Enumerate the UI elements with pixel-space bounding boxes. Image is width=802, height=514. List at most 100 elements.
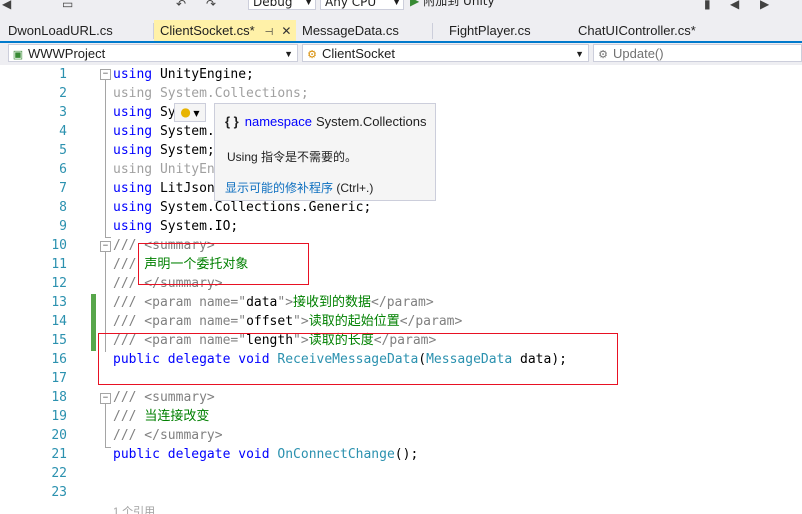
next-bookmark-icon[interactable]: ▶ <box>760 0 769 10</box>
tab-label: DwonLoadURL.cs <box>8 23 113 38</box>
tab-messagedata[interactable]: MessageData.cs <box>302 20 399 41</box>
platform-select[interactable]: Any CPU ▼ <box>320 0 404 10</box>
code-line: 19 /// 当连接改变 <box>0 407 802 426</box>
tab-label: FightPlayer.cs <box>449 23 531 38</box>
project-dropdown[interactable]: ▣ WWWProject ▼ <box>8 44 298 62</box>
chevron-down-icon: ▼ <box>575 49 584 59</box>
pin-icon[interactable]: ⊣ <box>265 27 274 38</box>
prev-bookmark-icon[interactable]: ◀ <box>730 0 739 10</box>
play-icon: ▶ <box>410 0 420 8</box>
line-content: using UnityEngine; <box>113 67 254 82</box>
tab-clientsocket[interactable]: ClientSocket.cs* ⊣ ✕ <box>154 20 296 41</box>
chevron-down-icon: ▼ <box>305 0 312 7</box>
code-line: 18 /// <summary> <box>0 388 802 407</box>
code-line: 2 using System.Collections; <box>0 84 802 103</box>
line-content: /// <param name="offset">读取的起始位置</param> <box>113 314 463 329</box>
tab-fightplayer[interactable]: FightPlayer.cs <box>449 20 531 41</box>
show-fixes-link[interactable]: 显示可能的修补程序 <box>225 181 333 195</box>
symbol-kind: namespace <box>244 114 312 129</box>
close-icon[interactable]: ✕ <box>281 24 291 38</box>
line-content: using System.Collections; <box>113 86 309 101</box>
tab-label: ChatUIController.cs* <box>578 23 696 38</box>
line-number: 21 <box>51 447 67 462</box>
code-line: 10/// <summary> <box>0 236 802 255</box>
member-value: Update() <box>613 46 664 61</box>
new-project-icon[interactable]: ▭ <box>62 0 73 10</box>
member-dropdown[interactable]: ⚙ Update() <box>593 44 802 62</box>
line-number: 15 <box>51 333 67 348</box>
line-number: 19 <box>51 409 67 424</box>
line-number: 17 <box>51 371 67 386</box>
line-number: 7 <box>59 181 67 196</box>
line-number: 2 <box>59 86 67 101</box>
namespace-icon: { } <box>225 114 239 129</box>
undo-icon[interactable]: ↶ <box>176 0 186 10</box>
attach-to-unity-button[interactable]: ▶ 附加到 Unity <box>410 0 530 8</box>
tooltip-header: { } namespace System.Collections <box>225 114 427 129</box>
line-content: using System; <box>113 143 215 158</box>
tab-label: ClientSocket.cs* <box>160 23 255 38</box>
highlight-box <box>138 243 309 285</box>
line-number: 8 <box>59 200 67 215</box>
project-value: WWWProject <box>28 46 106 61</box>
platform-value: Any CPU <box>325 0 377 9</box>
line-number: 12 <box>51 276 67 291</box>
quick-info-tooltip: { } namespace System.Collections Using 指令是… <box>214 103 436 201</box>
code-line: 23 <box>0 483 802 502</box>
code-line: 22 <box>0 464 802 483</box>
line-number: 18 <box>51 390 67 405</box>
shortcut-hint: (Ctrl+.) <box>336 181 374 195</box>
line-number: 4 <box>59 124 67 139</box>
bookmark-icon[interactable]: ▮ <box>704 0 711 10</box>
tab-divider <box>432 23 433 39</box>
line-content: using LitJson <box>113 181 215 196</box>
code-line: 21 public delegate void OnConnectChange()… <box>0 445 802 464</box>
reference-count-link[interactable]: 1 个引用 <box>113 503 155 514</box>
navigate-back-icon[interactable]: ◀ <box>2 0 11 10</box>
tab-dwonloadurl[interactable]: DwonLoadURL.cs <box>8 20 113 41</box>
line-number: 1 <box>59 67 67 82</box>
class-icon: ⚙ <box>307 49 317 61</box>
line-number: 22 <box>51 466 67 481</box>
solution-config-select[interactable]: Debug ▼ <box>248 0 316 10</box>
line-content: /// </summary> <box>113 428 223 443</box>
line-content: using Sy <box>113 105 176 120</box>
diagnostic-message: Using 指令是不需要的。 <box>227 150 358 164</box>
method-icon: ⚙ <box>598 49 608 61</box>
chevron-down-icon: ▼ <box>284 49 293 59</box>
type-value: ClientSocket <box>322 46 395 61</box>
line-content: using System.IO; <box>113 219 239 234</box>
line-number: 9 <box>59 219 67 234</box>
fix-row: 显示可能的修补程序 (Ctrl+.) <box>225 179 373 196</box>
lightbulb-icon: ● <box>180 105 191 119</box>
redo-icon[interactable]: ↷ <box>206 0 216 10</box>
type-dropdown[interactable]: ⚙ ClientSocket ▼ <box>302 44 589 62</box>
line-number: 23 <box>51 485 67 500</box>
quick-actions-button[interactable]: ● ▼ <box>174 103 206 122</box>
line-number: 13 <box>51 295 67 310</box>
code-line: 12/// </summary> <box>0 274 802 293</box>
chevron-down-icon: ▼ <box>393 0 400 7</box>
code-line: 13 /// <param name="data">接收到的数据</param> <box>0 293 802 312</box>
code-line: 14 /// <param name="offset">读取的起始位置</para… <box>0 312 802 331</box>
navigation-bar: ▣ WWWProject ▼ ⚙ ClientSocket ▼ ⚙ Update() <box>0 43 802 65</box>
line-number: 20 <box>51 428 67 443</box>
highlight-box <box>98 333 618 385</box>
code-line: 11/// 声明一个委托对象 <box>0 255 802 274</box>
codelens-references: 1 个引用 <box>0 503 802 514</box>
chevron-down-icon: ▼ <box>190 109 200 118</box>
main-toolbar: ◀ ▭ ↶ ↷ Debug ▼ Any CPU ▼ ▶ 附加到 Unity ▮ ◀ ▶ <box>0 0 802 20</box>
line-content: public delegate void OnConnectChange(); <box>113 447 419 462</box>
line-number: 3 <box>59 105 67 120</box>
line-number: 6 <box>59 162 67 177</box>
attach-label: 附加到 Unity <box>423 0 495 8</box>
solution-config-value: Debug <box>253 0 293 9</box>
line-content: /// <summary> <box>113 390 215 405</box>
csharp-project-icon: ▣ <box>12 49 24 61</box>
line-content: /// <param name="data">接收到的数据</param> <box>113 295 434 310</box>
tab-chatuicontroller[interactable]: ChatUIController.cs* <box>578 20 696 41</box>
line-number: 11 <box>51 257 67 272</box>
symbol-name: System.Collections <box>315 114 427 129</box>
code-line: 20 /// </summary> <box>0 426 802 445</box>
line-number: 10 <box>51 238 67 253</box>
